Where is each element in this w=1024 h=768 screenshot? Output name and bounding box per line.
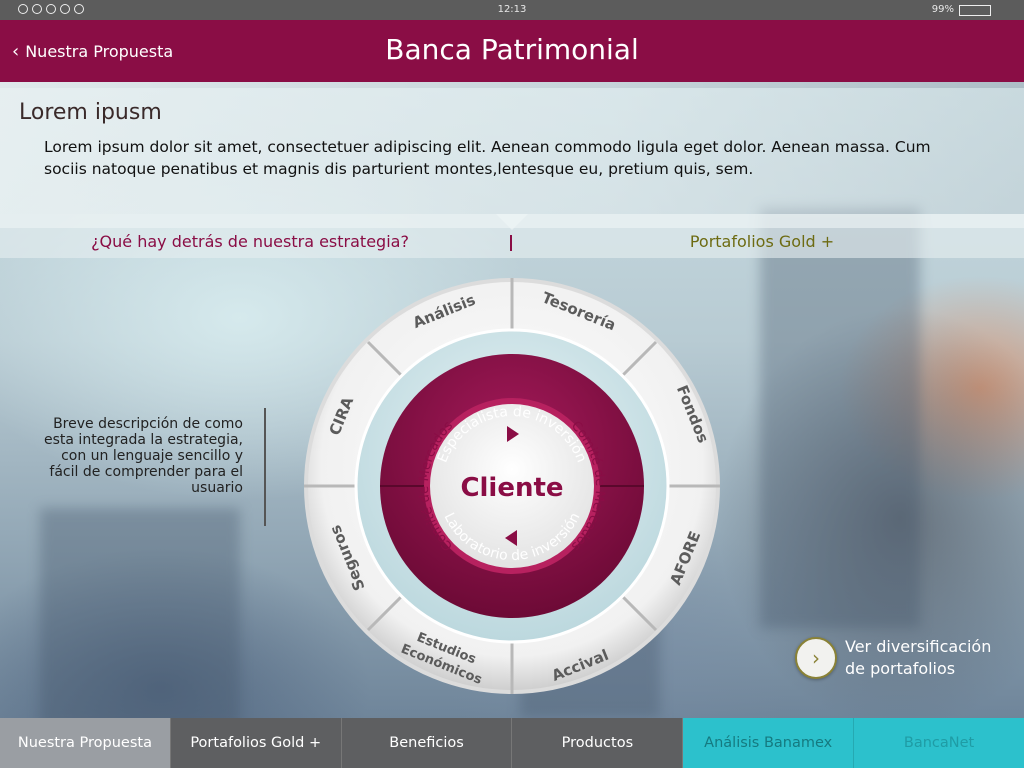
status-time: 12:13 (497, 4, 527, 15)
nav-portafolios-gold[interactable]: Portafolios Gold + (170, 718, 342, 768)
battery-percent: 99% (931, 4, 954, 15)
app-header: ‹ Nuestra Propuesta Banca Patrimonial (0, 20, 1024, 82)
nav-beneficios[interactable]: Beneficios (341, 718, 513, 768)
bottom-nav: Nuestra Propuesta Portafolios Gold + Ben… (0, 718, 1024, 768)
intro-heading: Lorem ipusm (19, 100, 162, 125)
nav-analisis-banamex[interactable]: Análisis Banamex (683, 718, 855, 768)
page-title: Banca Patrimonial (385, 33, 639, 66)
intro-body: Lorem ipsum dolor sit amet, consectetuer… (44, 138, 931, 178)
section-tabs: ¿Qué hay detrás de nuestra estrategia? P… (0, 214, 1024, 258)
status-bar: 12:13 99% (0, 0, 1024, 20)
intro-panel: Lorem ipusm Lorem ipsum dolor sit amet, … (0, 82, 1024, 214)
nav-productos[interactable]: Productos (512, 718, 684, 768)
nav-nuestra-propuesta[interactable]: Nuestra Propuesta (0, 718, 171, 768)
tab-portafolios-gold[interactable]: Portafolios Gold + (512, 232, 1012, 251)
tab-estrategia[interactable]: ¿Qué hay detrás de nuestra estrategia? (0, 232, 500, 251)
chevron-right-icon: › (795, 637, 837, 679)
description-divider (264, 408, 266, 526)
battery-icon (959, 5, 991, 16)
strategy-wheel: Cliente Especialista de inversión Labora… (300, 274, 724, 698)
diversification-button[interactable]: › Ver diversificación de portafolios (795, 636, 991, 680)
cta-line2: de portafolios (845, 659, 956, 678)
strategy-description: Breve descripción de como esta integrada… (44, 416, 243, 496)
center-label: Cliente (460, 473, 563, 503)
cta-line1: Ver diversificación (845, 637, 992, 656)
nav-bancanet[interactable]: BancaNet (854, 718, 1024, 768)
